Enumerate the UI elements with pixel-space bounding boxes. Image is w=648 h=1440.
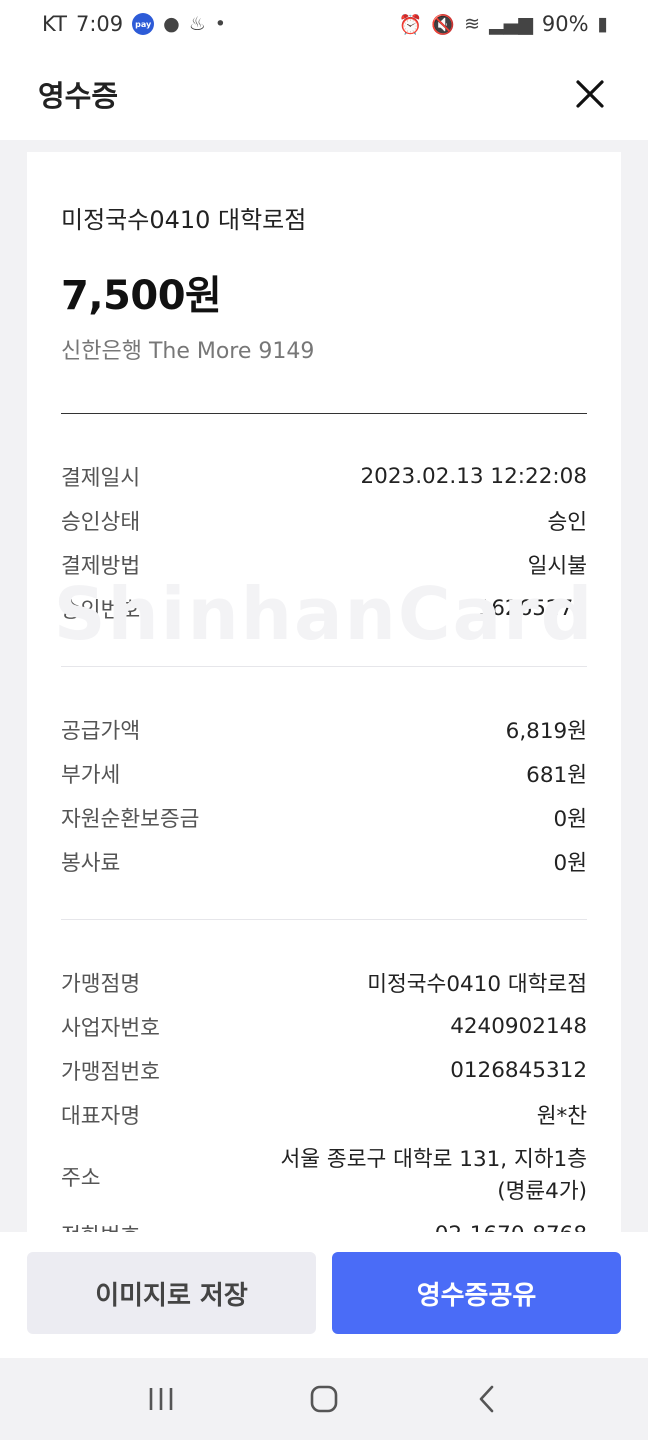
page-title: 영수증: [38, 79, 119, 113]
row-label: 자원순환보증금: [61, 806, 200, 832]
row-label: 주소: [61, 1165, 101, 1191]
row-value: 미정국수0410 대학로점: [367, 971, 587, 997]
save-image-button[interactable]: 이미지로 저장: [27, 1252, 316, 1334]
close-icon: [576, 80, 604, 108]
row-label: 가맹점명: [61, 971, 141, 997]
row-supply-price: 공급가액 6,819원: [61, 707, 587, 751]
row-label: 가맹점번호: [61, 1059, 160, 1085]
row-value: 0126845312: [450, 1057, 587, 1083]
row-vat: 부가세 681원: [61, 751, 587, 795]
row-value: 일시불: [527, 553, 587, 579]
header: 영수증: [0, 48, 648, 140]
row-label: 부가세: [61, 762, 121, 788]
back-button[interactable]: [457, 1369, 517, 1429]
row-label: 사업자번호: [61, 1015, 160, 1041]
row-value: 2023.02.13 12:22:08: [360, 463, 588, 489]
row-value: 0원: [553, 850, 587, 876]
row-label: 승인상태: [61, 509, 141, 535]
merchant-name: 미정국수0410 대학로점: [61, 206, 307, 234]
wifi-icon: ≋: [464, 13, 480, 35]
home-icon: [310, 1385, 338, 1413]
battery-icon: ▮: [597, 13, 608, 35]
carrier-label: KT: [42, 12, 67, 36]
signal-icon: ▂▄▆: [489, 13, 533, 35]
navigation-bar: [0, 1358, 648, 1440]
recent-apps-icon: [150, 1388, 173, 1410]
row-approval-number: 승인번호 16265273: [61, 586, 587, 630]
merchant-info-section: 가맹점명 미정국수0410 대학로점 사업자번호 4240902148 가맹점번…: [61, 920, 587, 1241]
payment-amount: 7,500원: [61, 273, 222, 319]
share-receipt-button[interactable]: 영수증공유: [332, 1252, 621, 1334]
row-value: 0원: [553, 806, 587, 832]
recent-apps-button[interactable]: [131, 1369, 191, 1429]
mute-icon: 🔇: [431, 13, 456, 36]
close-button[interactable]: [570, 74, 610, 114]
row-business-number: 사업자번호 4240902148: [61, 1004, 587, 1048]
clock: 7:09: [75, 12, 124, 36]
row-label: 결제일시: [61, 465, 141, 491]
row-representative: 대표자명 원*찬: [61, 1092, 587, 1136]
row-value: 원*찬: [536, 1103, 587, 1129]
status-left: KT 7:09 pay ● ♨ •: [42, 12, 226, 36]
row-deposit: 자원순환보증금 0원: [61, 795, 587, 839]
row-approval-status: 승인상태 승인: [61, 498, 587, 542]
notification-icon: ♨: [188, 13, 206, 35]
row-merchant-name: 가맹점명 미정국수0410 대학로점: [61, 960, 587, 1004]
alarm-icon: ⏰: [398, 13, 423, 36]
home-button[interactable]: [294, 1369, 354, 1429]
card-name: 신한은행 The More 9149: [61, 339, 315, 364]
pay-icon: pay: [132, 13, 155, 35]
row-value: 6,819원: [505, 718, 587, 744]
row-label: 결제방법: [61, 553, 141, 579]
row-value: 승인: [547, 509, 587, 535]
payment-info-section: 결제일시 2023.02.13 12:22:08 승인상태 승인 결제방법 일시…: [61, 414, 587, 666]
row-payment-date: 결제일시 2023.02.13 12:22:08: [61, 454, 587, 498]
battery-level: 90%: [541, 12, 589, 36]
status-bar: KT 7:09 pay ● ♨ • ⏰ 🔇 ≋ ▂▄▆ 90% ▮: [0, 0, 648, 48]
row-value: 681원: [526, 762, 587, 788]
row-value: 16265273: [477, 595, 587, 621]
receipt-card: ShinhanCard 미정국수0410 대학로점 7,500원 신한은행 Th…: [27, 152, 621, 1240]
status-right: ⏰ 🔇 ≋ ▂▄▆ 90% ▮: [399, 12, 608, 36]
bottom-action-bar: 이미지로 저장 영수증공유: [0, 1232, 648, 1358]
row-label: 공급가액: [61, 718, 141, 744]
row-merchant-number: 가맹점번호 0126845312: [61, 1048, 587, 1092]
more-dot-icon: •: [214, 13, 226, 35]
row-label: 승인번호: [61, 597, 141, 623]
row-label: 봉사료: [61, 850, 121, 876]
row-label: 대표자명: [61, 1103, 141, 1129]
receipt-scroll-area[interactable]: ShinhanCard 미정국수0410 대학로점 7,500원 신한은행 Th…: [0, 140, 648, 1240]
price-info-section: 공급가액 6,819원 부가세 681원 자원순환보증금 0원 봉사료 0원: [61, 667, 587, 919]
row-value: 서울 종로구 대학로 131, 지하1층 (명륜4가): [280, 1147, 587, 1204]
row-service-fee: 봉사료 0원: [61, 839, 587, 883]
chat-icon: ●: [163, 13, 180, 35]
back-icon: [479, 1385, 493, 1413]
row-payment-method: 결제방법 일시불: [61, 542, 587, 586]
row-value: 4240902148: [450, 1013, 587, 1039]
row-address: 주소 서울 종로구 대학로 131, 지하1층 (명륜4가): [61, 1140, 587, 1212]
